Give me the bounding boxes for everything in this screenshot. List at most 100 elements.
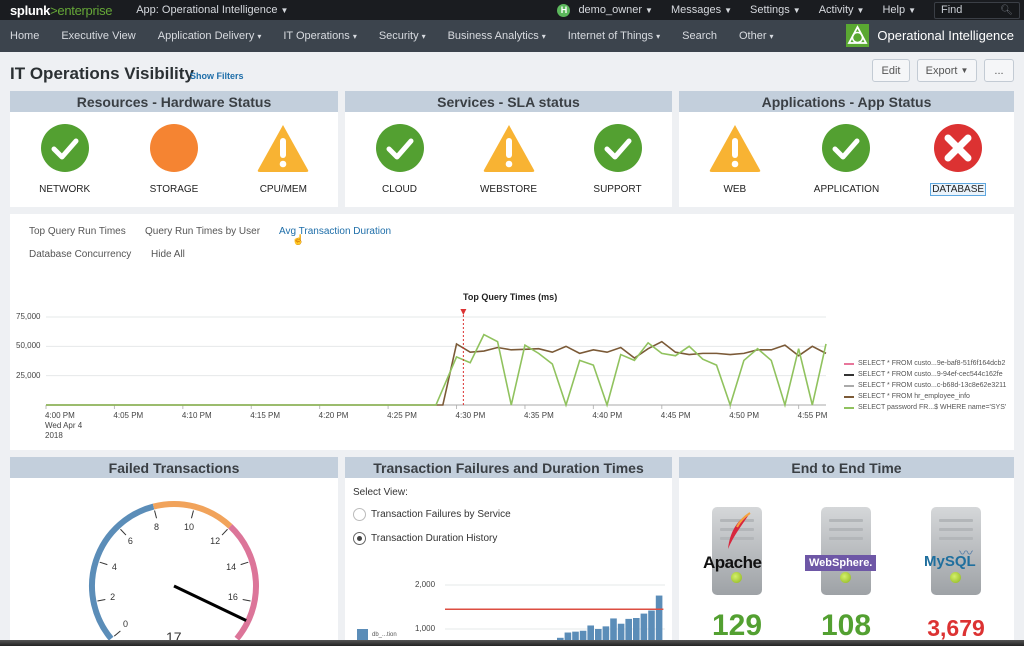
status-network[interactable]: NETWORK xyxy=(20,122,110,195)
panel-title: Resources - Hardware Status xyxy=(10,91,338,112)
annotation-marker[interactable] xyxy=(460,309,467,315)
legend-item[interactable]: SELECT * FROM custo...c-b68d-13c8e62e321… xyxy=(844,382,1006,389)
duration-bar-chart xyxy=(445,584,665,646)
circle-icon xyxy=(149,124,198,172)
server-websphere[interactable] xyxy=(821,507,871,595)
legend-swatch xyxy=(844,406,854,409)
nav-item-search[interactable]: Search xyxy=(682,30,717,42)
server-status-led xyxy=(840,572,851,583)
status-label: CPU/MEM xyxy=(259,184,307,195)
query-times-panel: Top Query Run Times Query Run Times by Us… xyxy=(10,214,1014,450)
gauge-tick-label: 16 xyxy=(227,591,238,602)
help-menu[interactable]: Help ▼ xyxy=(882,4,916,16)
gauge-tick xyxy=(154,510,158,519)
legend-swatch xyxy=(844,362,854,365)
status-storage[interactable]: STORAGE xyxy=(129,122,219,195)
x-tick-label: 4:25 PM xyxy=(387,411,417,420)
status-label: DATABASE xyxy=(930,183,987,196)
status-application[interactable]: APPLICATION xyxy=(801,122,891,195)
top-bar: splunk>enterprise App: Operational Intel… xyxy=(0,0,1024,20)
server-status-led xyxy=(731,572,742,583)
app-menu[interactable]: App: Operational Intelligence ▼ xyxy=(136,4,288,16)
gauge-tick-label: 0 xyxy=(123,618,129,629)
server-logo-label: MySQL xyxy=(924,553,976,570)
x-tick-label: 4:40 PM xyxy=(592,411,623,420)
nav-item-it-operations[interactable]: IT Operations ▾ xyxy=(283,30,356,42)
x-tick-label: 4:05 PM xyxy=(113,411,144,420)
nav-item-business-analytics[interactable]: Business Analytics ▾ xyxy=(448,30,546,42)
status-cloud[interactable]: CLOUD xyxy=(355,122,445,195)
gauge-tick-label: 8 xyxy=(154,521,160,532)
nav-item-security[interactable]: Security ▾ xyxy=(379,30,426,42)
nav-item-internet-of-things[interactable]: Internet of Things ▾ xyxy=(568,30,660,42)
gauge-tick xyxy=(97,598,106,602)
check-circle-icon xyxy=(822,124,871,172)
legend-swatch xyxy=(844,395,854,398)
chevron-down-icon: ▾ xyxy=(257,32,262,41)
messages-menu[interactable]: Messages ▼ xyxy=(671,4,732,16)
legend-swatch xyxy=(844,384,854,387)
more-actions-button[interactable]: ... xyxy=(984,59,1014,82)
status-support[interactable]: SUPPORT xyxy=(573,122,663,195)
legend-item[interactable]: SELECT * FROM hr_employee_info xyxy=(844,393,970,400)
server-slot xyxy=(829,528,863,531)
end-to-end-value: 3,679 xyxy=(927,615,985,641)
panel-title: Applications - App Status xyxy=(679,91,1014,112)
series-line-3[interactable] xyxy=(46,340,827,406)
edit-button[interactable]: Edit xyxy=(872,59,910,82)
gauge-tick xyxy=(120,528,127,536)
chevron-down-icon: ▼ xyxy=(792,6,801,15)
legend-swatch xyxy=(844,373,854,376)
chevron-down-icon: ▼ xyxy=(724,6,733,15)
legend-item[interactable]: SELECT * FROM custo...9e-baf8-51f6f164dc… xyxy=(844,360,1005,367)
bar[interactable] xyxy=(655,595,663,646)
export-button[interactable]: Export ▼ xyxy=(917,59,977,82)
status-cpu-mem[interactable]: CPU/MEM xyxy=(238,122,328,195)
gauge-tick xyxy=(99,561,108,566)
x-tick-label: 4:30 PM xyxy=(455,411,486,420)
status-database[interactable]: DATABASE xyxy=(913,122,1003,196)
x-tick-label: 4:15 PM xyxy=(250,411,281,420)
transaction-failures-panel: Transaction Failures and Duration Times … xyxy=(345,457,672,646)
status-label: NETWORK xyxy=(39,184,91,195)
end-to-end-value: 129 xyxy=(711,609,763,642)
end-to-end-value: 108 xyxy=(820,609,872,642)
status-webstore[interactable]: WEBSTORE xyxy=(464,122,554,195)
show-filters-link[interactable]: Show Filters xyxy=(190,71,244,81)
gauge-tick xyxy=(240,561,249,566)
nav-item-other[interactable]: Other ▾ xyxy=(739,30,774,42)
failed-transactions-panel: Failed Transactions 0 2 4 6 8 10 12 14 16 17 xyxy=(10,457,338,646)
status-label: WEBSTORE xyxy=(479,184,538,195)
error-x-icon xyxy=(934,124,983,172)
status-web[interactable]: WEB xyxy=(690,122,780,195)
splunk-logo[interactable]: splunk>enterprise xyxy=(10,3,113,18)
series-line-4[interactable] xyxy=(46,333,827,409)
panel-title: End to End Time xyxy=(679,457,1014,478)
legend-item[interactable]: SELECT password FR...$ WHERE name='SYS' xyxy=(844,404,1006,411)
nav-item-application-delivery[interactable]: Application Delivery ▾ xyxy=(158,30,262,42)
user-menu[interactable]: H demo_owner ▼ xyxy=(557,3,653,17)
server-slot xyxy=(829,519,863,522)
check-circle-icon xyxy=(375,124,424,172)
x-tick-label: 4:55 PM xyxy=(797,411,828,420)
find-input[interactable]: Find 🔍︎ xyxy=(934,1,1020,19)
status-label: APPLICATION xyxy=(813,184,880,195)
server-status-led xyxy=(950,572,961,583)
legend-item[interactable]: SELECT * FROM custo...9-94ef-cec544c162f… xyxy=(844,371,1003,378)
gauge-tick xyxy=(113,630,121,637)
line-chart xyxy=(45,309,827,409)
x-tick-label: 4:35 PM xyxy=(523,411,554,420)
activity-menu[interactable]: Activity ▼ xyxy=(819,4,865,16)
settings-menu[interactable]: Settings ▼ xyxy=(750,4,801,16)
status-panel: Services - SLA status CLOUD WEBSTORE SUP… xyxy=(345,91,672,207)
app-brand: Operational Intelligence xyxy=(846,24,1014,47)
status-label: SUPPORT xyxy=(593,184,642,195)
gauge-tick-label: 10 xyxy=(183,521,194,532)
status-panel: Applications - App Status WEB APPLICATIO… xyxy=(679,91,1014,207)
server-slot xyxy=(939,537,973,540)
nav-item-executive-view[interactable]: Executive View xyxy=(61,30,135,42)
server-slot xyxy=(939,519,973,522)
nav-item-home[interactable]: Home xyxy=(10,30,39,42)
server-logo-label: WebSphere. xyxy=(805,555,877,571)
server-mysql[interactable] xyxy=(931,507,981,595)
